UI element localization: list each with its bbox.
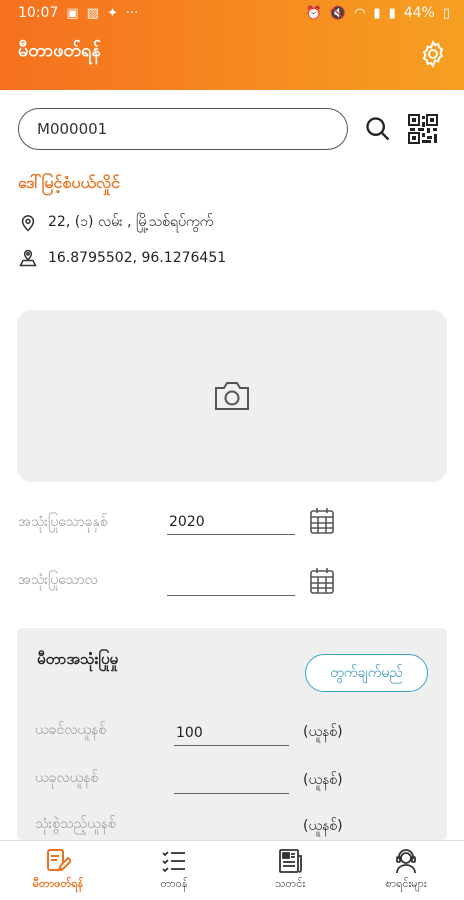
nav-item-records[interactable]: စာရင်းများ [348,841,464,900]
calculate-button[interactable]: တွက်ချက်မည် [305,654,428,692]
meter-search-input[interactable] [18,108,348,150]
signal-2-icon: ▮ [388,5,396,21]
year-label: အသုံးပြုသောခုနှစ် [18,514,108,530]
page-title: မီတာဖတ်ရန် [18,40,101,61]
previous-units-input[interactable] [174,720,289,746]
customer-coordinates: 16.8795502, 96.1276451 [48,250,227,266]
address-row: 22, (၁) လမ်း , မြို့သစ်ရပ်ကွက် [18,212,213,233]
camera-icon[interactable] [213,379,251,413]
calendar-icon[interactable] [309,507,335,535]
news-icon [279,849,302,873]
status-bar: 10:07 ▣ ▨ ✦ ··· ⏰ 🔇 ◠ ▮ ▮ 44% ▯ [0,0,464,26]
meter-photo-area[interactable] [17,310,447,482]
nav-item-meter-reading[interactable]: မီတာဖတ်ရန် [0,841,116,900]
year-input[interactable] [167,509,295,535]
edit-document-icon [47,849,71,872]
used-units-unit: (ယူနစ်) [303,818,343,834]
month-label: အသုံးပြုသောလ [18,572,98,588]
meter-usage-card: မီတာအသုံးပြုမှု တွက်ချက်မည် ယခင်လယူနစ် (… [17,628,447,840]
status-right: ⏰ 🔇 ◠ ▮ ▮ 44% ▯ [306,5,450,21]
image-notification-icon: ▣ [66,5,79,21]
gallery-notification-icon: ▨ [86,5,99,21]
status-left: 10:07 ▣ ▨ ✦ ··· [18,5,138,21]
support-agent-icon [396,849,416,874]
previous-units-unit: (ယူနစ်) [303,724,343,740]
usage-card-title: မီတာအသုံးပြုမှု [37,650,119,668]
nav-label: တာဝန် [160,877,188,890]
search-icon[interactable] [364,115,392,143]
month-input[interactable] [167,570,295,596]
calendar-icon[interactable] [309,567,335,595]
current-units-label: ယခုလယူနစ် [35,770,99,786]
task-list-icon [162,851,185,873]
status-time: 10:07 [18,5,59,21]
customer-address: 22, (၁) လမ်း , မြို့သစ်ရပ်ကွက် [48,214,214,230]
alert-notification-icon: ✦ [106,5,118,21]
qr-code-icon[interactable] [408,114,438,144]
gear-icon[interactable] [418,39,448,69]
alarm-icon: ⏰ [305,5,322,21]
location-pin-icon [21,214,35,232]
more-notifications-icon: ··· [125,5,139,21]
map-location-icon [19,249,37,267]
bottom-nav: မီတာဖတ်ရန် တာဝန် သတင်း စာရင်းများ [0,840,464,900]
wifi-icon: ◠ [354,5,366,21]
nav-item-news[interactable]: သတင်း [232,841,348,900]
battery-level: 44% [403,5,435,21]
nav-item-tasks[interactable]: တာဝန် [116,841,232,900]
previous-units-label: ယခင်လယူနစ် [35,722,107,738]
mute-icon: 🔇 [329,5,347,21]
nav-label: သတင်း [274,877,306,890]
coordinates-row: 16.8795502, 96.1276451 [18,248,226,268]
customer-name: ဒေါ်မြင့်စံပယ်လှိုင် [18,173,120,192]
used-units-label: သုံးစွဲသည့်ယူနစ် [35,816,116,832]
signal-icon: ▮ [373,5,381,21]
nav-label: စာရင်းများ [385,877,427,890]
nav-label: မီတာဖတ်ရန် [32,877,84,890]
current-units-input[interactable] [174,768,289,794]
current-units-unit: (ယူနစ်) [303,772,343,788]
battery-icon: ▯ [442,5,450,21]
